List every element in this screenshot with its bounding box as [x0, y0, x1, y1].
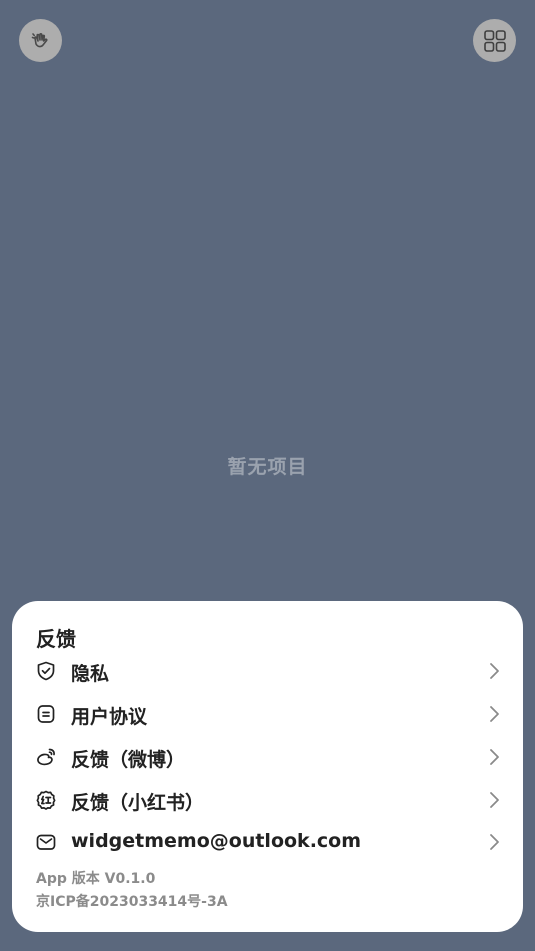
app-screen: 暂无项目 反馈 隐私 用户协议 反馈（微博） 反馈（小红书） widgetmem…	[0, 0, 535, 951]
feedback-weibo-row[interactable]: 反馈（微博）	[12, 737, 523, 777]
chevron-right-icon	[490, 749, 499, 765]
privacy-row[interactable]: 隐私	[12, 651, 523, 691]
empty-state-text: 暂无项目	[227, 456, 308, 478]
privacy-label: 隐私	[71, 663, 110, 685]
mail-icon	[36, 834, 56, 850]
feedback-sheet: 反馈 隐私 用户协议 反馈（微博） 反馈（小红书） widgetmemo@out…	[12, 601, 523, 932]
email-label: widgetmemo@outlook.com	[71, 830, 362, 852]
document-icon	[37, 705, 55, 723]
chevron-right-icon	[490, 834, 499, 850]
grid-icon	[483, 29, 506, 52]
user-agreement-row[interactable]: 用户协议	[12, 694, 523, 734]
feedback-weibo-label: 反馈（微博）	[71, 749, 186, 771]
email-row[interactable]: widgetmemo@outlook.com	[12, 822, 523, 862]
feedback-xiaohongshu-row[interactable]: 反馈（小红书）	[12, 780, 523, 820]
user-agreement-label: 用户协议	[71, 706, 148, 728]
shield-check-icon	[37, 661, 55, 681]
chevron-right-icon	[490, 663, 499, 679]
hand-wave-button[interactable]	[19, 19, 62, 62]
chevron-right-icon	[490, 706, 499, 722]
hand-wave-icon	[31, 32, 48, 47]
grid-menu-button[interactable]	[473, 19, 516, 62]
icp-license-text: 京ICP备2023033414号-3A	[36, 894, 228, 910]
chevron-right-icon	[490, 792, 499, 808]
feedback-xiaohongshu-label: 反馈（小红书）	[71, 792, 205, 814]
app-version-text: App 版本 V0.1.0	[36, 871, 156, 887]
weibo-icon	[37, 748, 55, 766]
sheet-title: 反馈	[36, 627, 76, 651]
xiaohongshu-icon	[36, 790, 56, 810]
